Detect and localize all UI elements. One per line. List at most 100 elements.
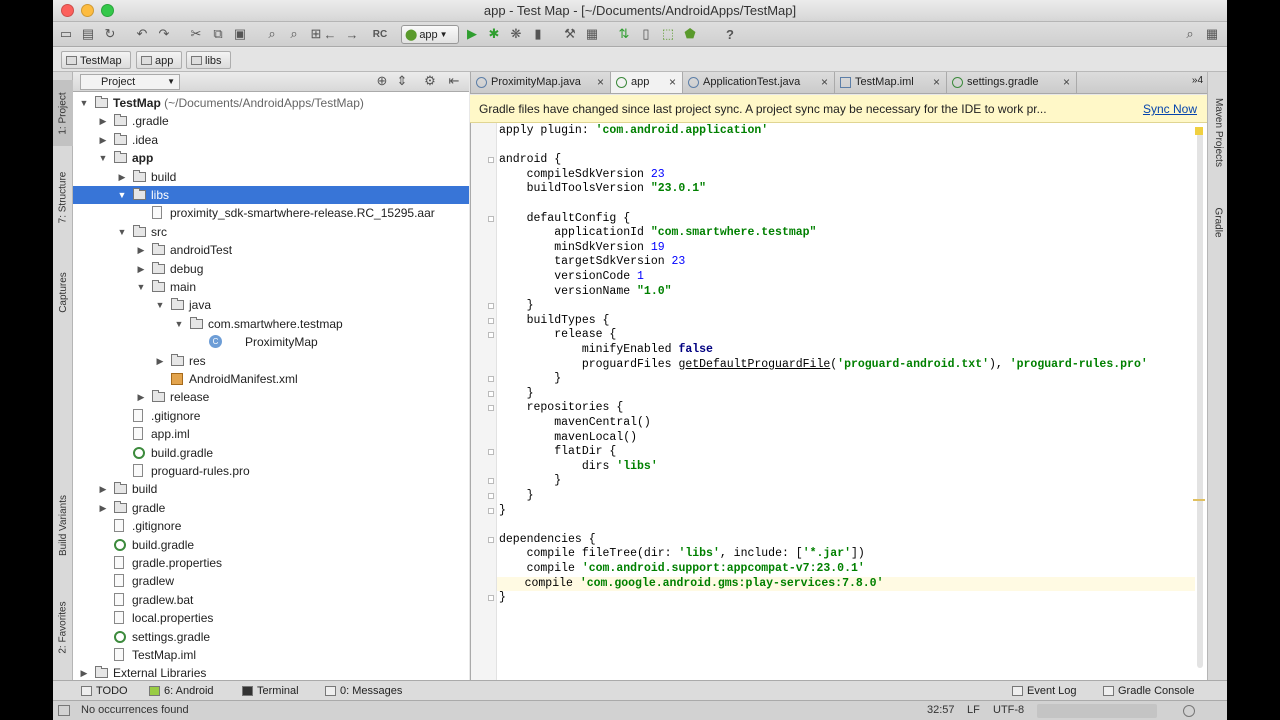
- replace-icon[interactable]: ⌕: [285, 25, 303, 43]
- fold-marker-icon[interactable]: [488, 478, 494, 485]
- tool-tab-maven-projects[interactable]: Maven Projects: [1208, 82, 1227, 182]
- code-line[interactable]: compileSdkVersion 23: [499, 168, 665, 183]
- expand-arrow-icon[interactable]: ▼: [155, 296, 165, 314]
- code-line[interactable]: apply plugin: 'com.android.application': [499, 124, 768, 139]
- collapse-all-icon[interactable]: ⇕: [393, 72, 411, 90]
- code-line[interactable]: }: [499, 489, 534, 504]
- tree-item[interactable]: ▼ TestMap (~/Documents/AndroidApps/TestMa…: [73, 94, 469, 112]
- fold-marker-icon[interactable]: [488, 536, 494, 543]
- code-line[interactable]: }: [499, 504, 506, 519]
- tree-item[interactable]: build.gradle: [73, 444, 469, 462]
- tree-item[interactable]: ▶ debug: [73, 260, 469, 278]
- hector-icon[interactable]: [1183, 705, 1195, 717]
- sdk-manager-icon[interactable]: ▦: [583, 25, 601, 43]
- gradle-console-button[interactable]: Gradle Console: [1102, 684, 1194, 698]
- code-line[interactable]: flatDir {: [499, 445, 616, 460]
- stop-icon[interactable]: ▮: [529, 25, 547, 43]
- forward-icon[interactable]: →: [343, 25, 361, 43]
- tool-tab-gradle[interactable]: Gradle: [1208, 192, 1227, 252]
- tree-item[interactable]: settings.gradle: [73, 628, 469, 646]
- avd-manager-icon[interactable]: ▯: [637, 25, 655, 43]
- collapse-arrow-icon[interactable]: ▶: [136, 388, 146, 406]
- tree-item[interactable]: build.gradle: [73, 536, 469, 554]
- code-line[interactable]: android {: [499, 153, 561, 168]
- code-line[interactable]: proguardFiles getDefaultProguardFile('pr…: [499, 358, 1148, 373]
- cut-icon[interactable]: ✂: [187, 25, 205, 43]
- editor-tab[interactable]: TestMap.iml ×: [835, 72, 947, 93]
- tool-tab-captures[interactable]: Captures: [53, 262, 73, 322]
- code-editor[interactable]: apply plugin: 'com.android.application' a…: [470, 123, 1207, 680]
- layout-icon[interactable]: ▦: [1203, 25, 1221, 43]
- fold-marker-icon[interactable]: [488, 376, 494, 383]
- code-line[interactable]: compile fileTree(dir: 'libs', include: […: [499, 547, 865, 562]
- code-line[interactable]: compile 'com.android.support:appcompat-v…: [499, 562, 865, 577]
- tree-item[interactable]: ▼ main: [73, 278, 469, 296]
- fold-marker-icon[interactable]: [488, 449, 494, 456]
- tree-item[interactable]: local.properties: [73, 609, 469, 627]
- code-line[interactable]: }: [499, 591, 506, 606]
- undo-icon[interactable]: ↶: [133, 25, 151, 43]
- collapse-arrow-icon[interactable]: ▶: [136, 260, 146, 278]
- tree-item[interactable]: ▼ src: [73, 223, 469, 241]
- code-line[interactable]: }: [499, 474, 561, 489]
- expand-arrow-icon[interactable]: ▼: [79, 94, 89, 112]
- close-icon[interactable]: ×: [597, 72, 604, 93]
- code-line[interactable]: buildTypes {: [499, 314, 610, 329]
- breadcrumb-item[interactable]: libs: [186, 51, 231, 69]
- file-encoding[interactable]: UTF-8: [993, 704, 1024, 716]
- tree-item[interactable]: .gitignore: [73, 517, 469, 535]
- make-project-icon[interactable]: RC: [371, 25, 389, 43]
- tree-item[interactable]: ▶ .gradle: [73, 112, 469, 130]
- tree-item[interactable]: ▶ build: [73, 168, 469, 186]
- open-folder-icon[interactable]: ▭: [57, 25, 75, 43]
- code-line[interactable]: repositories {: [499, 401, 624, 416]
- code-line[interactable]: versionName "1.0": [499, 285, 671, 300]
- code-line[interactable]: dirs 'libs': [499, 460, 658, 475]
- paste-icon[interactable]: ▣: [231, 25, 249, 43]
- tree-item[interactable]: AndroidManifest.xml: [73, 370, 469, 388]
- code-line[interactable]: }: [499, 387, 534, 402]
- breadcrumb-item[interactable]: TestMap: [61, 51, 131, 69]
- tree-item[interactable]: ▼ libs: [73, 186, 469, 204]
- tree-item[interactable]: ▶ res: [73, 352, 469, 370]
- event-log-button[interactable]: Event Log: [1011, 684, 1077, 698]
- tree-item[interactable]: ▼ java: [73, 296, 469, 314]
- collapse-arrow-icon[interactable]: ▶: [98, 480, 108, 498]
- gear-icon[interactable]: ⚙: [421, 72, 439, 90]
- tree-item[interactable]: proximity_sdk-smartwhere-release.RC_1529…: [73, 204, 469, 222]
- code-line[interactable]: defaultConfig {: [499, 212, 631, 227]
- fold-marker-icon[interactable]: [488, 507, 494, 514]
- tree-item[interactable]: TestMap.iml: [73, 646, 469, 664]
- android-device-monitor-icon[interactable]: ⬚: [659, 25, 677, 43]
- code-area[interactable]: apply plugin: 'com.android.application' a…: [497, 123, 1195, 680]
- close-icon[interactable]: ×: [821, 72, 828, 93]
- collapse-arrow-icon[interactable]: ▶: [136, 241, 146, 259]
- tree-item[interactable]: proguard-rules.pro: [73, 462, 469, 480]
- code-line[interactable]: compile 'com.google.android.gms:play-ser…: [497, 576, 1195, 592]
- tool-tab-project[interactable]: 1: Project: [53, 80, 73, 146]
- background-task-progress[interactable]: [1037, 704, 1157, 718]
- help-icon[interactable]: ?: [721, 25, 739, 43]
- fold-marker-icon[interactable]: [488, 405, 494, 412]
- sync-now-link[interactable]: Sync Now: [1138, 95, 1197, 122]
- tree-item[interactable]: ▶ build: [73, 480, 469, 498]
- code-line[interactable]: buildToolsVersion "23.0.1": [499, 182, 706, 197]
- editor-tab[interactable]: ProximityMap.java ×: [471, 72, 611, 93]
- breadcrumb-item[interactable]: app: [136, 51, 183, 69]
- editor-tab[interactable]: ApplicationTest.java ×: [683, 72, 835, 93]
- fold-marker-icon[interactable]: [488, 317, 494, 324]
- tree-item[interactable]: .gitignore: [73, 407, 469, 425]
- code-line[interactable]: dependencies {: [499, 533, 596, 548]
- close-icon[interactable]: ×: [1063, 72, 1070, 93]
- redo-icon[interactable]: ↷: [155, 25, 173, 43]
- code-line[interactable]: versionCode 1: [499, 270, 644, 285]
- editor-tab-active[interactable]: app ×: [611, 72, 683, 93]
- fold-marker-icon[interactable]: [488, 493, 494, 499]
- todo-tool-button[interactable]: TODO: [80, 684, 128, 698]
- tree-item[interactable]: ▶ External Libraries: [73, 664, 469, 680]
- tree-item[interactable]: ▼ app: [73, 149, 469, 167]
- tool-tab-favorites[interactable]: 2: Favorites: [53, 587, 73, 667]
- tree-item[interactable]: ▶ release: [73, 388, 469, 406]
- code-line[interactable]: minSdkVersion 19: [499, 241, 664, 256]
- fold-marker-icon[interactable]: [488, 595, 494, 602]
